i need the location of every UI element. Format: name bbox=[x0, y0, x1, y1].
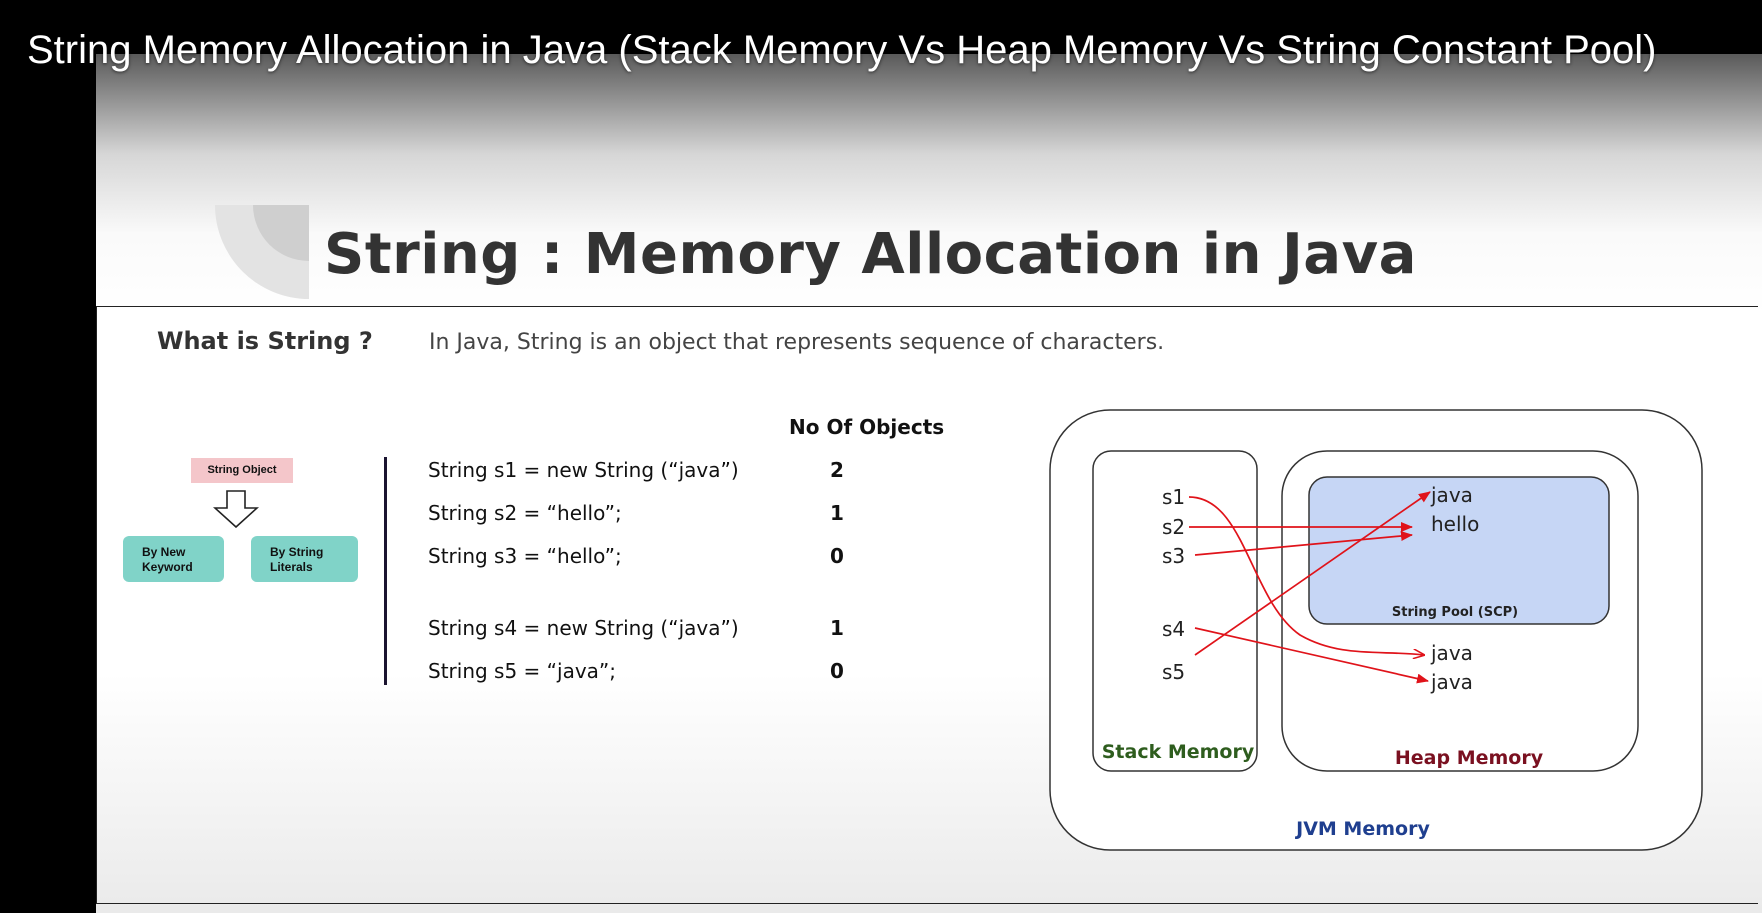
by-new-keyword-box: By New Keyword bbox=[123, 536, 224, 582]
stack-memory-label: Stack Memory bbox=[1102, 741, 1255, 763]
string-definition: In Java, String is an object that repres… bbox=[429, 330, 1165, 355]
string-object-box: String Object bbox=[191, 458, 293, 483]
stack-var-s5: s5 bbox=[1162, 660, 1185, 684]
pool-value-hello: hello bbox=[1431, 512, 1479, 536]
code-line-s4: String s4 = new String (“java”) bbox=[428, 616, 739, 640]
jvm-memory-diagram: s1 s2 s3 s4 s5 java hello String Pool (S… bbox=[1049, 409, 1703, 851]
jvm-memory-label: JVM Memory bbox=[1294, 818, 1430, 840]
count-s2: 1 bbox=[830, 501, 844, 525]
count-s5: 0 bbox=[830, 659, 844, 683]
by-literal-line-1: By String bbox=[270, 545, 324, 559]
code-line-s2: String s2 = “hello”; bbox=[428, 501, 622, 525]
code-line-s1: String s1 = new String (“java”) bbox=[428, 458, 739, 482]
code-line-s5: String s5 = “java”; bbox=[428, 659, 617, 683]
by-literal-line-2: Literals bbox=[270, 560, 313, 574]
decorative-quarter-circles bbox=[215, 205, 309, 299]
count-s3: 0 bbox=[830, 544, 844, 568]
down-arrow-icon bbox=[213, 490, 259, 528]
stack-var-s4: s4 bbox=[1162, 617, 1185, 641]
heap-value-java-2: java bbox=[1430, 670, 1473, 694]
count-s1: 2 bbox=[830, 458, 844, 482]
by-string-literals-box: By String Literals bbox=[251, 536, 358, 582]
stack-var-s2: s2 bbox=[1162, 515, 1185, 539]
no-of-objects-header: No Of Objects bbox=[789, 415, 945, 439]
slide-heading: String : Memory Allocation in Java bbox=[324, 222, 1417, 287]
stack-var-s1: s1 bbox=[1162, 485, 1185, 509]
by-new-line-2: Keyword bbox=[142, 560, 193, 574]
video-title: String Memory Allocation in Java (Stack … bbox=[27, 28, 1657, 72]
vertical-divider bbox=[384, 457, 387, 685]
heap-value-java-1: java bbox=[1430, 641, 1473, 665]
what-is-string-label: What is String ? bbox=[157, 327, 373, 355]
code-line-s3: String s3 = “hello”; bbox=[428, 544, 622, 568]
pool-value-java: java bbox=[1430, 483, 1473, 507]
heap-memory-label: Heap Memory bbox=[1395, 747, 1544, 769]
string-pool-label: String Pool (SCP) bbox=[1392, 605, 1518, 620]
stack-var-s3: s3 bbox=[1162, 544, 1185, 568]
by-new-line-1: By New bbox=[142, 545, 186, 559]
count-s4: 1 bbox=[830, 616, 844, 640]
